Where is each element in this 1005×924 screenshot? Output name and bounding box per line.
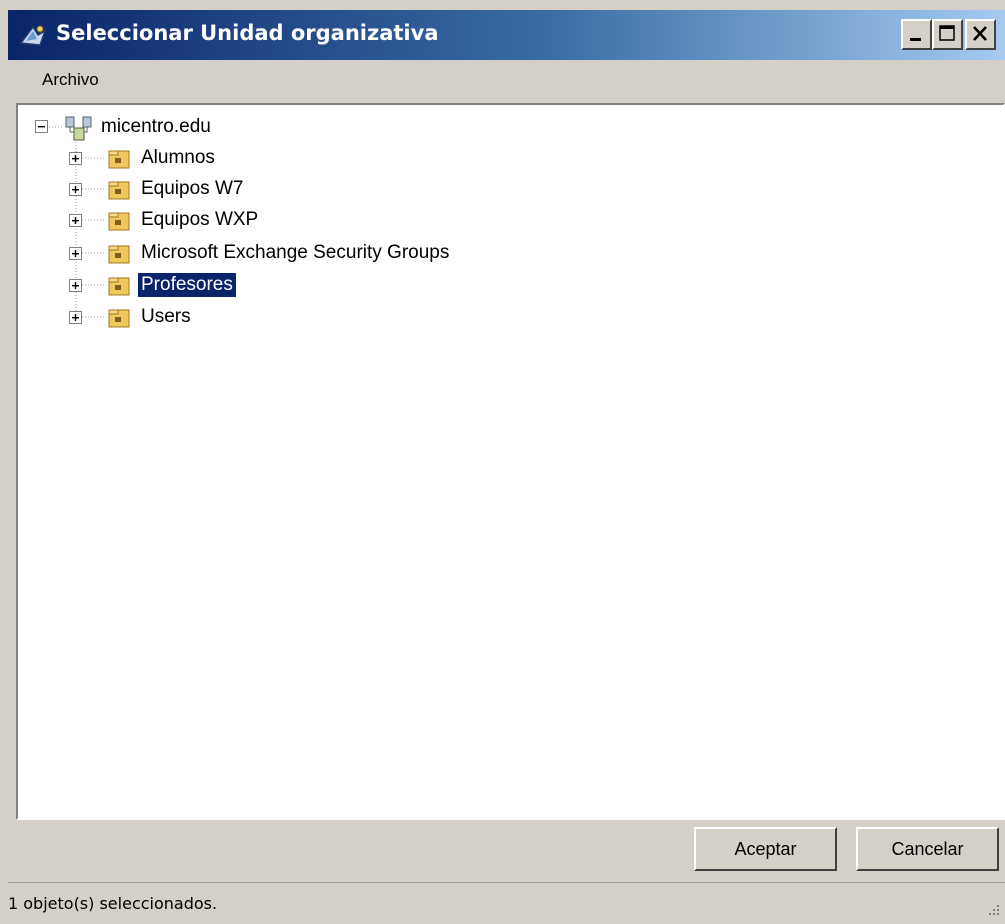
collapse-icon[interactable]	[35, 120, 48, 133]
expand-icon[interactable]	[69, 247, 82, 260]
ou-folder-icon	[107, 274, 133, 303]
expand-icon[interactable]	[69, 152, 82, 165]
tree-item-label: Equipos W7	[141, 178, 244, 199]
tree-item-exchange-groups[interactable]: Microsoft Exchange Security Groups	[18, 240, 618, 268]
ou-folder-icon	[107, 147, 133, 176]
minimize-button[interactable]	[901, 19, 932, 50]
title-bar[interactable]: Seleccionar Unidad organizativa	[8, 10, 1005, 60]
tree-item-label-selected: Profesores	[138, 273, 236, 297]
tree-root-row[interactable]: micentro.edu	[18, 114, 318, 142]
tree-item-label: Users	[141, 306, 191, 327]
tree-item-equipos-w7[interactable]: Equipos W7	[18, 176, 418, 204]
status-bar: 1 objeto(s) seleccionados.	[8, 882, 1005, 924]
tree-item-label: Alumnos	[141, 147, 215, 168]
expand-icon[interactable]	[69, 183, 82, 196]
maximize-icon	[939, 25, 955, 41]
status-text: 1 objeto(s) seleccionados.	[8, 894, 218, 913]
expand-icon[interactable]	[69, 214, 82, 227]
close-icon	[973, 26, 987, 41]
maximize-button[interactable]	[932, 19, 963, 50]
ou-folder-icon	[107, 178, 133, 207]
tree-root-label: micentro.edu	[101, 116, 211, 137]
menu-bar: Archivo	[8, 60, 1005, 100]
ou-tree[interactable]: micentro.edu Alumnos Equipos W7 Equipos …	[16, 103, 1005, 820]
tree-item-label: Equipos WXP	[141, 209, 259, 230]
select-ou-window: Seleccionar Unidad organizativa Archivo	[0, 0, 1005, 924]
expand-icon[interactable]	[69, 311, 82, 324]
ou-folder-icon	[107, 306, 133, 335]
directory-app-icon	[18, 21, 48, 49]
cancel-button[interactable]: Cancelar	[856, 827, 999, 871]
tree-item-alumnos[interactable]: Alumnos	[18, 145, 418, 173]
resize-grip-icon[interactable]	[985, 903, 1001, 919]
expand-icon[interactable]	[69, 279, 82, 292]
tree-item-label: Microsoft Exchange Security Groups	[141, 242, 450, 263]
ou-folder-icon	[107, 209, 133, 238]
tree-item-equipos-wxp[interactable]: Equipos WXP	[18, 207, 418, 235]
menu-archivo[interactable]: Archivo	[42, 70, 99, 90]
window-title: Seleccionar Unidad organizativa	[56, 21, 439, 45]
close-button[interactable]	[965, 19, 996, 50]
domain-icon	[64, 114, 94, 147]
accept-button[interactable]: Aceptar	[694, 827, 837, 871]
minimize-icon	[910, 38, 921, 41]
tree-item-users[interactable]: Users	[18, 304, 418, 332]
tree-item-profesores[interactable]: Profesores	[18, 272, 418, 300]
ou-folder-icon	[107, 242, 133, 271]
